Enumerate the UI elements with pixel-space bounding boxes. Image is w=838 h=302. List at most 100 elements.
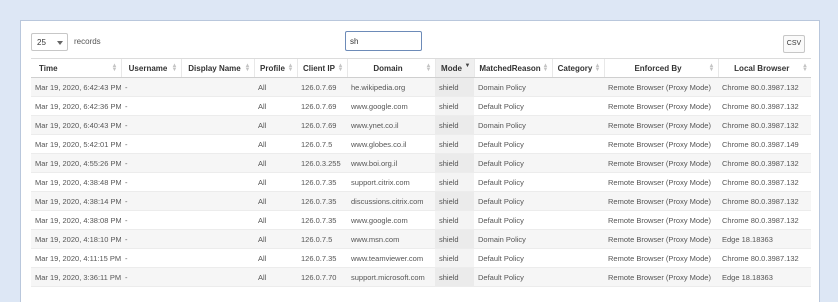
column-header-label: Mode — [441, 63, 462, 73]
cell-display-name — [181, 77, 254, 97]
cell-enforced-by: Remote Browser (Proxy Mode) — [604, 191, 718, 211]
cell-local-browser: Chrome 80.0.3987.132 — [718, 248, 811, 268]
cell-client-ip: 126.0.7.5 — [297, 229, 347, 249]
cell-matchedreason: Domain Policy — [474, 229, 552, 249]
cell-display-name — [181, 153, 254, 173]
column-header-profile[interactable]: Profile ▲ ▼ — [253, 58, 297, 78]
column-header-label: MatchedReason — [479, 63, 541, 73]
cell-local-browser: Chrome 80.0.3987.132 — [718, 191, 811, 211]
column-header-username[interactable]: Username ▲ ▼ — [120, 58, 181, 78]
column-header-client-ip[interactable]: Client IP ▲ ▼ — [296, 58, 347, 78]
cell-domain: discussions.citrix.com — [347, 191, 435, 211]
table-row[interactable]: Mar 19, 2020, 4:38:08 PM - All 126.0.7.35 ww… — [31, 210, 811, 230]
cell-enforced-by: Remote Browser (Proxy Mode) — [604, 172, 718, 192]
cell-matchedreason: Default Policy — [474, 96, 552, 116]
column-header-label: Domain — [373, 63, 403, 73]
sort-icon: ▲ ▼ — [425, 63, 432, 73]
cell-enforced-by: Remote Browser (Proxy Mode) — [604, 153, 718, 173]
cell-display-name — [181, 267, 254, 287]
table-row[interactable]: Mar 19, 2020, 6:42:36 PM - All 126.0.7.69 ww… — [31, 96, 811, 116]
table-row[interactable]: Mar 19, 2020, 6:40:43 PM - All 126.0.7.69 ww… — [31, 115, 811, 135]
cell-category — [552, 172, 604, 192]
sort-icon: ▲ ▼ — [287, 63, 294, 73]
table-row[interactable]: Mar 19, 2020, 4:38:48 PM - All 126.0.7.35 su… — [31, 172, 811, 192]
cell-category — [552, 267, 604, 287]
column-header-label: Client IP — [302, 63, 335, 73]
cell-local-browser: Chrome 80.0.3987.149 — [718, 134, 811, 154]
search-input[interactable] — [345, 31, 422, 51]
cell-client-ip: 126.0.7.69 — [297, 115, 347, 135]
cell-category — [552, 77, 604, 97]
cell-client-ip: 126.0.7.69 — [297, 77, 347, 97]
cell-enforced-by: Remote Browser (Proxy Mode) — [604, 96, 718, 116]
column-header-matchedreason[interactable]: MatchedReason ▲ ▼ — [473, 58, 552, 78]
cell-local-browser: Chrome 80.0.3987.132 — [718, 210, 811, 230]
cell-time: Mar 19, 2020, 4:11:15 PM — [31, 248, 121, 268]
chevron-down-icon — [57, 41, 63, 45]
table-row[interactable]: Mar 19, 2020, 5:42:01 PM - All 126.0.7.5 www… — [31, 134, 811, 154]
table-row[interactable]: Mar 19, 2020, 6:42:43 PM - All 126.0.7.69 he… — [31, 77, 811, 97]
cell-profile: All — [254, 210, 297, 230]
cell-profile: All — [254, 96, 297, 116]
cell-domain: he.wikipedia.org — [347, 77, 435, 97]
table-header-row: Time ▲ ▼ Username ▲ ▼ Display Name ▲ ▼ Profile ▲ ▼ C… — [31, 58, 811, 78]
cell-time: Mar 19, 2020, 4:18:10 PM — [31, 229, 121, 249]
sort-icon: ▲ ▼ — [542, 63, 549, 73]
records-label: records — [74, 37, 101, 46]
cell-matchedreason: Default Policy — [474, 172, 552, 192]
column-header-mode[interactable]: Mode ▼ — [434, 58, 474, 78]
cell-mode: shield — [435, 115, 474, 135]
cell-time: Mar 19, 2020, 4:38:48 PM — [31, 172, 121, 192]
cell-mode: shield — [435, 153, 474, 173]
table-row[interactable]: Mar 19, 2020, 4:38:14 PM - All 126.0.7.35 di… — [31, 191, 811, 211]
sort-icon: ▲ ▼ — [111, 63, 118, 73]
cell-time: Mar 19, 2020, 5:42:01 PM — [31, 134, 121, 154]
table-row[interactable]: Mar 19, 2020, 3:36:11 PM - All 126.0.7.70 su… — [31, 267, 811, 287]
cell-mode: shield — [435, 229, 474, 249]
cell-display-name — [181, 248, 254, 268]
cell-domain: support.citrix.com — [347, 172, 435, 192]
cell-username: - — [121, 172, 181, 192]
cell-mode: shield — [435, 191, 474, 211]
cell-time: Mar 19, 2020, 6:42:43 PM — [31, 77, 121, 97]
cell-matchedreason: Default Policy — [474, 134, 552, 154]
cell-client-ip: 126.0.7.69 — [297, 96, 347, 116]
cell-client-ip: 126.0.7.35 — [297, 191, 347, 211]
table-row[interactable]: Mar 19, 2020, 4:11:15 PM - All 126.0.7.35 ww… — [31, 248, 811, 268]
column-header-label: Display Name — [188, 63, 241, 73]
column-header-label: Time — [39, 63, 58, 73]
table-row[interactable]: Mar 19, 2020, 4:55:26 PM - All 126.0.3.255 w… — [31, 153, 811, 173]
cell-username: - — [121, 96, 181, 116]
column-header-label: Profile — [260, 63, 285, 73]
cell-username: - — [121, 191, 181, 211]
cell-time: Mar 19, 2020, 4:55:26 PM — [31, 153, 121, 173]
cell-display-name — [181, 96, 254, 116]
column-header-local-browser[interactable]: Local Browser ▲ ▼ — [717, 58, 811, 78]
csv-export-button[interactable]: CSV — [783, 35, 805, 53]
page-length-select[interactable]: 25 — [31, 33, 68, 51]
cell-matchedreason: Default Policy — [474, 210, 552, 230]
cell-enforced-by: Remote Browser (Proxy Mode) — [604, 248, 718, 268]
cell-domain: www.msn.com — [347, 229, 435, 249]
cell-username: - — [121, 210, 181, 230]
cell-mode: shield — [435, 77, 474, 97]
cell-mode: shield — [435, 267, 474, 287]
audit-table: Time ▲ ▼ Username ▲ ▼ Display Name ▲ ▼ Profile ▲ ▼ C… — [31, 58, 811, 287]
table-row[interactable]: Mar 19, 2020, 4:18:10 PM - All 126.0.7.5 www… — [31, 229, 811, 249]
cell-profile: All — [254, 172, 297, 192]
cell-profile: All — [254, 191, 297, 211]
column-header-time[interactable]: Time ▲ ▼ — [31, 58, 121, 78]
column-header-category[interactable]: Category ▲ ▼ — [551, 58, 604, 78]
column-header-enforced-by[interactable]: Enforced By ▲ ▼ — [603, 58, 718, 78]
cell-local-browser: Chrome 80.0.3987.132 — [718, 96, 811, 116]
cell-domain: www.ynet.co.il — [347, 115, 435, 135]
cell-profile: All — [254, 77, 297, 97]
cell-local-browser: Chrome 80.0.3987.132 — [718, 153, 811, 173]
column-header-domain[interactable]: Domain ▲ ▼ — [346, 58, 435, 78]
column-header-display-name[interactable]: Display Name ▲ ▼ — [180, 58, 254, 78]
cell-username: - — [121, 248, 181, 268]
cell-mode: shield — [435, 172, 474, 192]
cell-domain: www.teamviewer.com — [347, 248, 435, 268]
cell-enforced-by: Remote Browser (Proxy Mode) — [604, 267, 718, 287]
cell-matchedreason: Domain Policy — [474, 77, 552, 97]
